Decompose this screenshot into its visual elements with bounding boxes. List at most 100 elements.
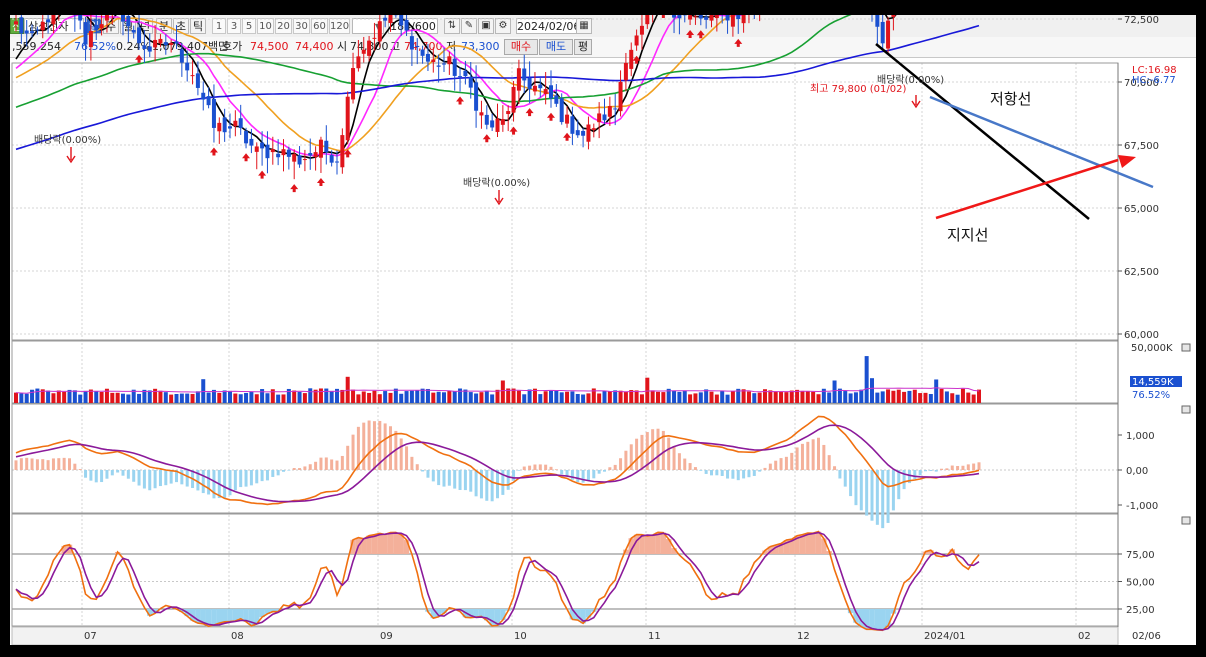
volume-bar	[442, 392, 446, 403]
macd-histogram-bar	[158, 470, 162, 487]
candle-body	[613, 108, 618, 110]
stoch-oversold-fill	[473, 609, 479, 618]
volume-bar	[14, 392, 18, 403]
macd-histogram-bar	[554, 469, 558, 470]
signal-up-arrow	[659, 15, 668, 19]
candle-body	[345, 96, 350, 141]
volume-bar	[752, 393, 757, 403]
candle-body	[377, 21, 382, 42]
macd-histogram-bar	[319, 457, 323, 470]
volume-bar	[297, 392, 302, 403]
macd-histogram-bar	[474, 470, 478, 497]
candle-body	[404, 19, 409, 31]
macd-histogram-bar	[806, 441, 810, 470]
volume-bar	[244, 392, 249, 403]
candle-body	[725, 15, 730, 21]
macd-histogram-bar	[758, 470, 762, 472]
candle-body	[270, 149, 275, 153]
macd-histogram-bar	[271, 470, 275, 477]
volume-bar	[843, 391, 848, 403]
candle-body	[51, 15, 56, 25]
candle-body	[602, 114, 607, 121]
macd-histogram-bar	[35, 459, 39, 470]
candle-body	[281, 149, 286, 156]
volume-bar	[870, 378, 874, 403]
candle-body	[137, 27, 142, 44]
volume-bar	[581, 394, 586, 403]
stoch-overbought-fill	[377, 533, 383, 554]
volume-bar	[800, 390, 805, 403]
stoch-overbought-fill	[644, 535, 650, 554]
candle-body	[425, 53, 430, 62]
volume-bar	[784, 392, 789, 403]
volume-bar	[549, 390, 553, 403]
volume-bar	[185, 393, 190, 403]
macd-histogram-bar	[924, 470, 927, 472]
candle-body	[581, 130, 586, 136]
macd-histogram-bar	[126, 470, 130, 479]
macd-histogram-bar	[84, 470, 88, 478]
panel-toggle-icon	[1181, 343, 1191, 352]
volume-bar	[693, 393, 698, 403]
candle-body	[495, 118, 500, 132]
candle-body	[351, 68, 356, 100]
signal-up-arrow	[209, 147, 218, 156]
volume-bar	[233, 393, 238, 403]
volume-bar	[158, 390, 163, 403]
volume-bar	[308, 388, 313, 403]
macd-histogram-bar	[768, 463, 772, 470]
macd-histogram-bar	[570, 470, 574, 480]
macd-histogram-bar	[142, 470, 146, 489]
macd-histogram-bar	[201, 470, 205, 494]
candle-body	[147, 46, 152, 52]
volume-bar	[918, 393, 923, 403]
volume-bar	[238, 394, 243, 403]
candle-body	[254, 146, 259, 152]
volume-bar	[393, 388, 398, 403]
macd-histogram-bar	[447, 470, 451, 486]
volume-bar	[110, 392, 115, 403]
stock-chart[interactable]: 저항선지지선 77,50075,00072,50070,00067,50065,…	[10, 15, 1196, 645]
candle-body	[474, 82, 479, 111]
macd-histogram-bar	[25, 457, 29, 470]
volume-bar	[179, 393, 184, 403]
macd-histogram-bar	[244, 470, 248, 487]
macd-histogram-bar	[950, 465, 954, 470]
volume-bar	[415, 390, 420, 403]
volume-bar	[516, 390, 521, 403]
macd-histogram-bar	[934, 470, 938, 472]
macd-histogram-bar	[367, 420, 371, 470]
volume-bar	[960, 388, 965, 403]
candle-body	[490, 120, 495, 128]
stoch-overbought-fill	[821, 538, 827, 554]
volume-bar	[361, 391, 366, 403]
candle-body	[383, 17, 388, 21]
macd-histogram-bar	[929, 470, 933, 471]
candle-body	[442, 63, 446, 65]
volume-bar	[276, 394, 281, 403]
volume-bar	[356, 394, 361, 403]
macd-histogram-bar	[945, 468, 949, 470]
macd-histogram-bar	[431, 470, 435, 482]
macd-histogram-bar	[78, 469, 82, 470]
macd-histogram-bar	[282, 470, 285, 472]
price-tick-label: 72,500	[1124, 15, 1159, 26]
candle-body	[244, 131, 249, 144]
volume-bar	[174, 393, 179, 403]
volume-bar	[420, 388, 425, 403]
candle-body	[292, 154, 297, 162]
volume-bar	[725, 394, 730, 403]
volume-bar	[939, 388, 944, 403]
macd-histogram-bar	[132, 470, 136, 482]
stoch-overbought-fill	[805, 533, 811, 554]
candle-body	[559, 98, 564, 123]
volume-bar	[490, 394, 495, 403]
volume-bar	[72, 390, 77, 403]
volume-bar	[436, 391, 441, 403]
macd-histogram-bar	[314, 461, 318, 470]
candle-body	[677, 15, 682, 19]
candle-body	[463, 70, 468, 77]
candle-body	[698, 15, 703, 19]
month-label: 10	[514, 631, 527, 642]
volume-bar	[324, 388, 329, 403]
